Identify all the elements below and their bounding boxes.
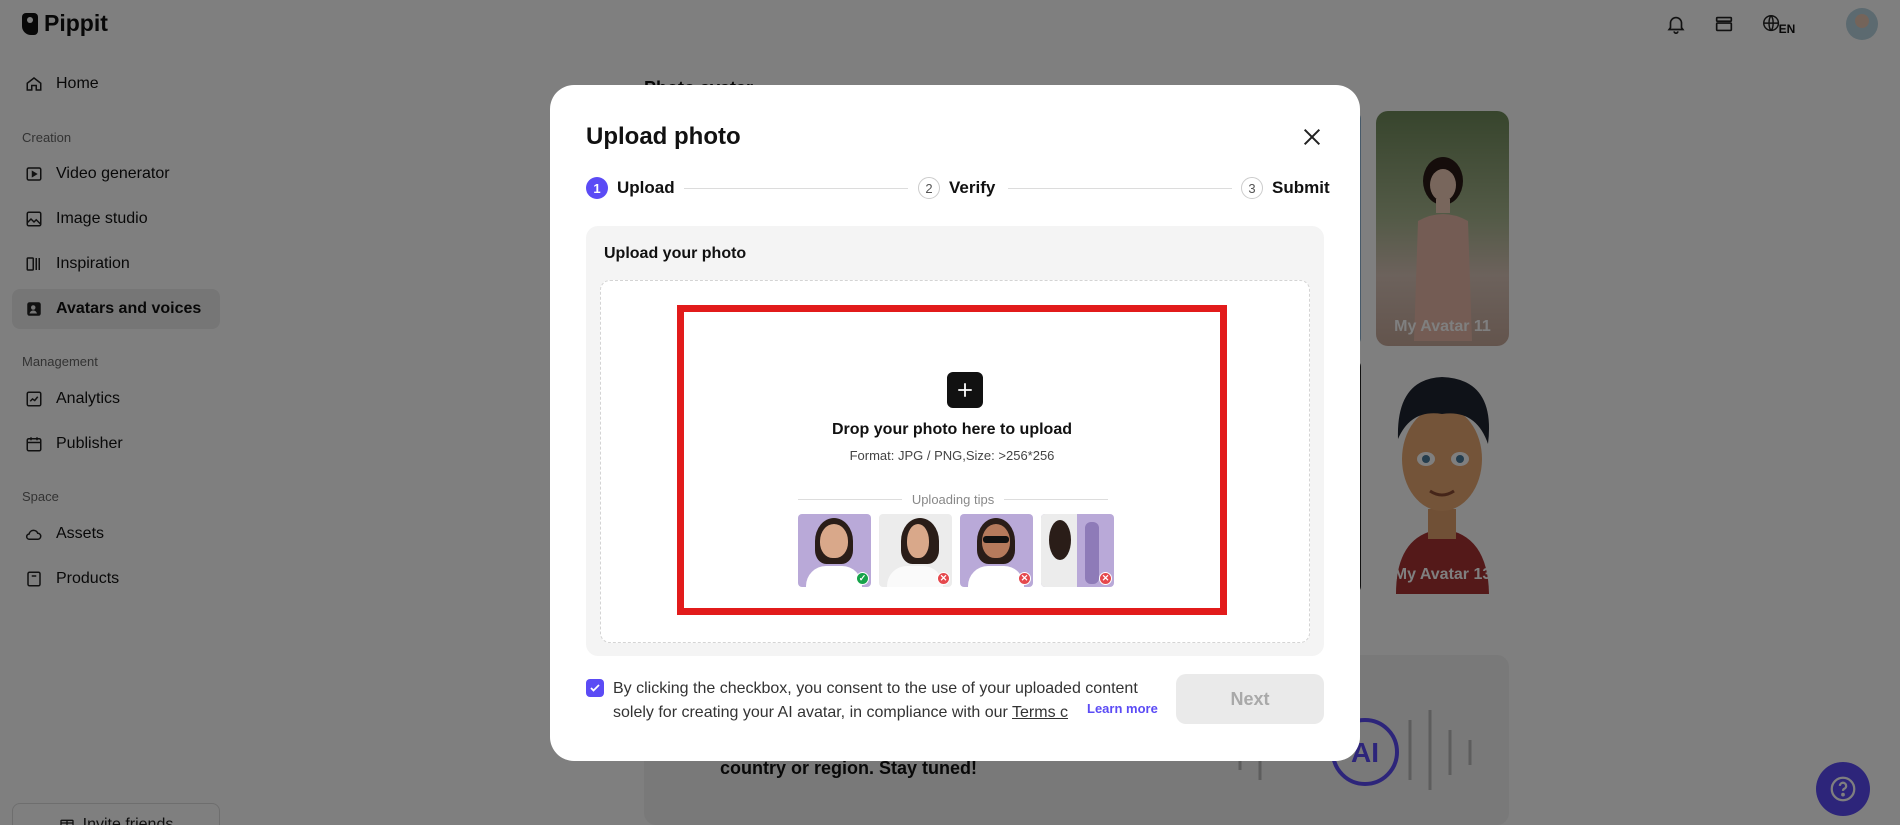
tip-image-face: [820, 524, 848, 558]
drop-title: Drop your photo here to upload: [832, 421, 1072, 438]
tip-photo-right-figure: [1085, 522, 1099, 584]
close-button[interactable]: [1298, 123, 1326, 151]
tip-image-shirt: [968, 566, 1024, 587]
cross-icon: ✕: [937, 572, 950, 585]
uploading-tips-header: Uploading tips: [798, 490, 1109, 508]
tip-photo-left-hair: [1049, 520, 1071, 560]
consent-line-1: By clicking the checkbox, you consent to…: [613, 680, 1138, 697]
step-connector: [1008, 188, 1232, 189]
modal-title: Upload photo: [586, 123, 741, 150]
sunglasses-shape: [983, 536, 1009, 543]
cross-icon: ✕: [1018, 572, 1031, 585]
tip-example-multiple: ✕: [1041, 514, 1114, 587]
consent-text: By clicking the checkbox, you consent to…: [613, 677, 1158, 725]
plus-icon: [958, 383, 972, 397]
panel-title: Upload your photo: [604, 245, 747, 262]
tip-image-face: [907, 524, 929, 558]
learn-more-link[interactable]: Learn more: [1087, 701, 1158, 716]
step-label: Upload: [617, 178, 675, 197]
tip-image-shirt: [806, 566, 862, 587]
stepper: 1 Upload 2 Verify 3 Submit: [586, 177, 1330, 201]
step-label: Verify: [949, 178, 996, 197]
step-upload: 1 Upload: [586, 177, 675, 199]
tip-example-sunglasses: ✕: [960, 514, 1033, 587]
step-number: 1: [586, 177, 608, 199]
tip-example-side-face: ✕: [879, 514, 952, 587]
divider: [1004, 498, 1109, 500]
next-button[interactable]: Next: [1176, 674, 1324, 724]
close-icon: [1303, 128, 1321, 146]
photo-dropzone[interactable]: Drop your photo here to upload Format: J…: [600, 280, 1310, 643]
step-label: Submit: [1272, 178, 1330, 197]
tip-example-good: ✓: [798, 514, 871, 587]
divider: [798, 498, 902, 500]
highlight-box: Drop your photo here to upload Format: J…: [677, 305, 1227, 615]
drop-format-hint: Format: JPG / PNG,Size: >256*256: [849, 448, 1055, 463]
step-connector: [684, 188, 908, 189]
check-icon: ✓: [856, 572, 869, 585]
tip-image-shirt: [887, 566, 943, 587]
step-submit: 3 Submit: [1241, 177, 1330, 199]
step-number: 3: [1241, 177, 1263, 199]
consent-line-2: solely for creating your AI avatar, in c…: [613, 704, 1013, 721]
step-number: 2: [918, 177, 940, 199]
checkmark-icon: [590, 684, 600, 692]
upload-panel: Upload your photo Drop your photo here t…: [586, 226, 1324, 656]
upload-photo-modal: Upload photo 1 Upload 2 Verify 3 Submit …: [550, 85, 1360, 761]
cross-icon: ✕: [1099, 572, 1112, 585]
step-verify: 2 Verify: [918, 177, 995, 199]
terms-link[interactable]: Terms c: [1012, 704, 1068, 721]
tip-examples: ✓ ✕ ✕ ✕: [798, 514, 1118, 588]
consent-checkbox[interactable]: [586, 679, 604, 697]
add-photo-button[interactable]: [947, 372, 983, 408]
tips-label: Uploading tips: [911, 491, 995, 507]
consent-block: By clicking the checkbox, you consent to…: [586, 677, 1156, 727]
